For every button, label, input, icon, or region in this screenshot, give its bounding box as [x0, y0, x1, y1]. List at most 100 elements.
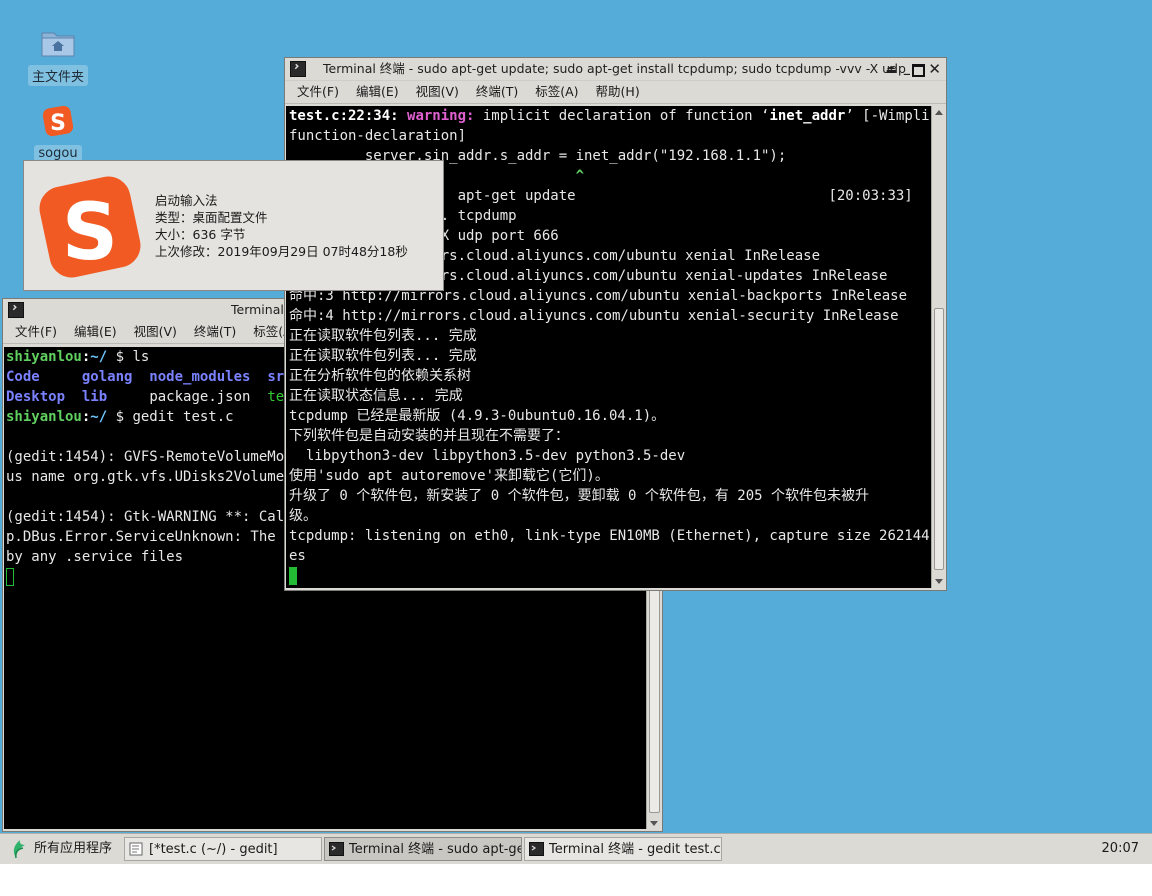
terminal-line: 正在读取软件包列表... 完成 — [289, 326, 932, 346]
terminal-line: function-declaration] — [289, 126, 932, 146]
window-titlebar[interactable]: Terminal 终端 - sudo apt-get update; sudo … — [285, 58, 946, 81]
task-label: Terminal 终端 - gedit test.c — [549, 842, 721, 857]
terminal-icon — [290, 61, 306, 77]
menu-view[interactable]: 视图(V) — [416, 84, 459, 99]
terminal-text: 级。 — [289, 508, 317, 524]
terminal-line: 命中:4 http://mirrors.cloud.aliyuncs.com/u… — [289, 306, 932, 326]
terminal-text: Desktop — [6, 389, 66, 405]
terminal-line: es — [289, 546, 932, 566]
menu-terminal[interactable]: 终端(T) — [476, 84, 518, 99]
terminal-text: (gedit:1454): Gtk-WARNING **: Calli — [6, 509, 302, 525]
menu-tabs[interactable]: 标签(A) — [535, 84, 578, 99]
terminal-line: 正在读取状态信息... 完成 — [289, 386, 932, 406]
close-button[interactable]: ✕ — [928, 58, 941, 80]
terminal-line: 正在分析软件包的依赖关系树 — [289, 366, 932, 386]
screen-bottom — [0, 864, 1152, 896]
scrollbar[interactable] — [931, 106, 946, 588]
terminal-cursor-line — [289, 566, 932, 586]
scroll-down-arrow[interactable] — [935, 579, 943, 584]
svg-text:S: S — [62, 188, 118, 278]
window-title: Terminal 终端 - sudo apt-get update; sudo … — [323, 61, 906, 76]
maximize-button[interactable] — [912, 64, 925, 77]
menu-edit[interactable]: 编辑(E) — [356, 84, 399, 99]
terminal-text: ~/ — [90, 349, 108, 365]
home-folder-icon — [41, 32, 75, 57]
terminal-icon — [529, 842, 544, 856]
terminal-text: tcpdump: listening on eth0, link-type EN… — [289, 528, 935, 544]
terminal-line: 级。 — [289, 506, 932, 526]
terminal-line: test.c:22:34: warning: implicit declarat… — [289, 106, 935, 126]
terminal-text: 使用'sudo apt autoremove'来卸载它(它们)。 — [289, 468, 609, 484]
terminal-text: test.c:22:34: — [289, 108, 408, 124]
terminal-text: tcpdump 已经是最新版 (4.9.3-0ubuntu0.16.04.1)。 — [289, 408, 666, 424]
terminal-window-tcpdump[interactable]: Terminal 终端 - sudo apt-get update; sudo … — [284, 57, 947, 591]
terminal-text: node_modules — [149, 369, 251, 385]
terminal-line: 使用'sudo apt autoremove'来卸载它(它们)。 — [289, 466, 932, 486]
terminal-line: 升级了 0 个软件包，新安装了 0 个软件包，要卸载 0 个软件包，有 205 … — [289, 486, 932, 506]
terminal-icon — [8, 302, 24, 318]
terminal-text: shiyanlou — [6, 349, 82, 365]
task-label: Terminal 终端 - sudo apt-ge… — [349, 842, 522, 857]
terminal-text: 正在读取软件包列表... 完成 — [289, 328, 477, 344]
terminal-text: function-declaration] — [289, 128, 467, 144]
svg-text:S: S — [50, 111, 66, 136]
text-editor-icon — [129, 842, 143, 856]
task-gedit[interactable]: [*test.c (~/) - gedit] — [124, 837, 322, 861]
menu-file[interactable]: 文件(F) — [15, 324, 57, 339]
terminal-line: 下列软件包是自动安装的并且现在不需要了： — [289, 426, 932, 446]
terminal-text: Code — [6, 369, 82, 385]
terminal-line: tcpdump: listening on eth0, link-type EN… — [289, 526, 932, 546]
app-menu-icon — [13, 840, 25, 859]
terminal-text: lib — [81, 389, 108, 405]
tooltip-title: 启动输入法 — [155, 193, 218, 208]
scroll-down-arrow[interactable] — [650, 821, 658, 826]
desktop-icon-label: 主文件夹 — [27, 65, 88, 86]
menu-edit[interactable]: 编辑(E) — [74, 324, 117, 339]
file-info-tooltip: S 启动输入法 类型：桌面配置文件 大小：636 字节 上次修改：2019年09… — [23, 160, 444, 291]
terminal-line: 正在读取软件包列表... 完成 — [289, 346, 932, 366]
terminal-text: shiyanlou — [6, 409, 82, 425]
menubar: 文件(F) 编辑(E) 视图(V) 终端(T) 标签(A) 帮助(H) — [285, 81, 946, 104]
terminal-text: (gedit:1454): GVFS-RemoteVolumeMoni — [6, 449, 302, 465]
terminal-text: inet_addr — [769, 108, 846, 124]
window-title: Terminal — [231, 302, 284, 317]
shade-button[interactable]: ⏏ — [886, 58, 897, 80]
start-menu-label: 所有应用程序 — [34, 841, 113, 856]
menu-help[interactable]: 帮助(H) — [596, 84, 640, 99]
task-terminal-tcpdump[interactable]: Terminal 终端 - sudo apt-ge… — [324, 837, 522, 861]
terminal-text: warning: — [407, 108, 483, 124]
clock[interactable]: 20:07 — [1102, 837, 1139, 861]
terminal-cursor — [289, 567, 297, 585]
terminal-icon — [329, 842, 344, 856]
terminal-text: 命中:4 http://mirrors.cloud.aliyuncs.com/u… — [289, 308, 899, 324]
menu-terminal[interactable]: 终端(T) — [194, 324, 236, 339]
terminal-text: ’ [-Wimplicit- — [845, 108, 935, 124]
tooltip-size: 大小：636 字节 — [155, 227, 246, 242]
start-menu-button[interactable]: 所有应用程序 — [4, 837, 124, 861]
menu-file[interactable]: 文件(F) — [297, 84, 339, 99]
tooltip-modified: 上次修改：2019年09月29日 07时48分18秒 — [155, 244, 408, 259]
terminal-text: libpython3-dev libpython3.5-dev python3.… — [289, 448, 686, 464]
taskbar: 所有应用程序 [*test.c (~/) - gedit] Terminal 终… — [0, 833, 1152, 865]
terminal-text: us name org.gtk.vfs.UDisks2VolumeMo — [6, 469, 302, 485]
terminal-text: by any .service files — [6, 549, 184, 565]
minimize-button[interactable]: _ — [904, 57, 910, 79]
terminal-text: 正在分析软件包的依赖关系树 — [289, 368, 471, 384]
terminal-text: 正在读取软件包列表... 完成 — [289, 348, 477, 364]
menu-view[interactable]: 视图(V) — [134, 324, 177, 339]
scroll-up-arrow[interactable] — [935, 110, 943, 115]
terminal-text: golang — [81, 369, 133, 385]
scrollbar-thumb[interactable] — [934, 308, 944, 570]
terminal-cursor — [6, 568, 14, 586]
tooltip-type: 类型：桌面配置文件 — [155, 210, 268, 225]
terminal-line: libpython3-dev libpython3.5-dev python3.… — [289, 446, 932, 466]
terminal-text: $ gedit test.c — [107, 409, 234, 425]
terminal-line: tcpdump 已经是最新版 (4.9.3-0ubuntu0.16.04.1)。 — [289, 406, 932, 426]
desktop-icon-home[interactable]: 主文件夹 — [27, 28, 89, 86]
terminal-text: 正在读取状态信息... 完成 — [289, 388, 463, 404]
task-terminal-gedit[interactable]: Terminal 终端 - gedit test.c — [524, 837, 722, 861]
desktop-icon-sogou[interactable]: S sogou — [27, 104, 89, 162]
